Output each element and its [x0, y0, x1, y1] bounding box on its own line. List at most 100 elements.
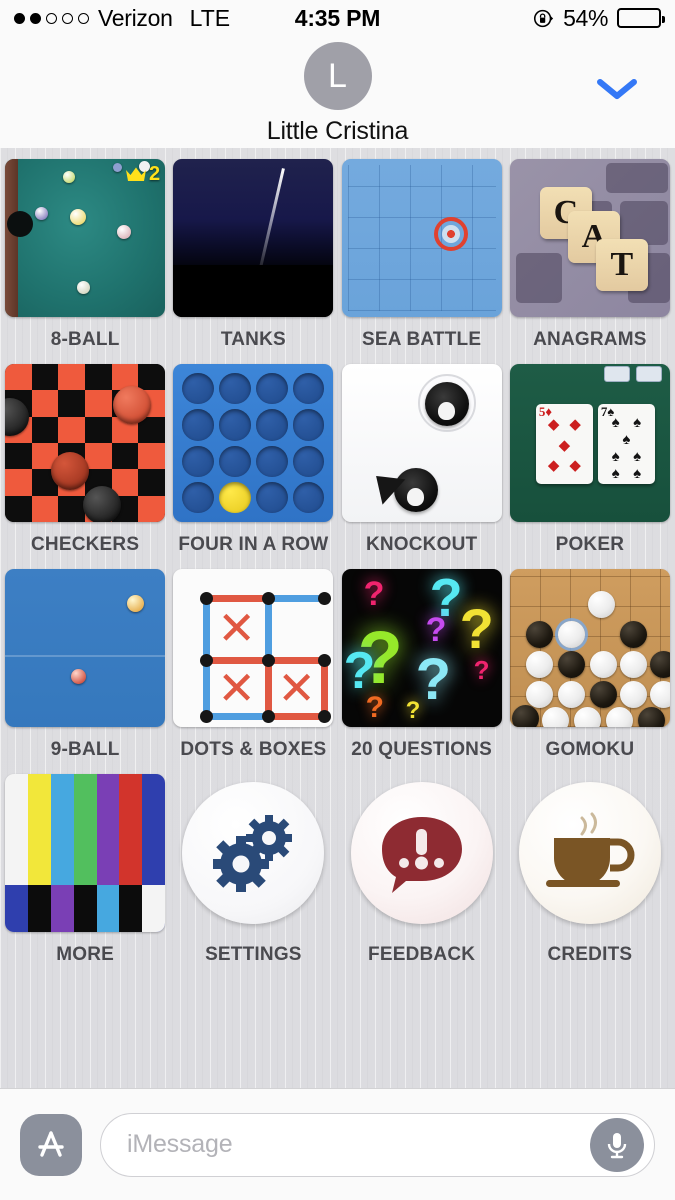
game-tile-checkers[interactable]: CHECKERS	[4, 364, 166, 569]
checker-piece	[113, 386, 152, 424]
connect-four-hole	[182, 373, 215, 405]
connect-four-hole	[255, 481, 288, 513]
chevron-down-icon[interactable]	[595, 76, 639, 102]
question-mark: ?	[363, 575, 385, 613]
checker-piece	[83, 486, 122, 522]
microphone-icon[interactable]	[590, 1117, 644, 1172]
game-tile-dots-and-boxes[interactable]: ✕ ✕ ✕ DOTS & BOXES	[172, 569, 334, 774]
table-seam	[5, 655, 166, 657]
grid-dot	[262, 654, 276, 667]
table-rail	[5, 159, 19, 317]
checkerboard-art	[5, 364, 166, 522]
checker-square	[138, 364, 166, 391]
checker-square	[85, 443, 112, 470]
contact-name-label: Little Cristina	[266, 117, 409, 145]
game-tile-gomoku[interactable]: GOMOKU	[509, 569, 671, 774]
game-tile-four-in-a-row[interactable]: FOUR IN A ROW	[172, 364, 334, 569]
battery-percent-label: 54%	[563, 4, 608, 31]
checker-square	[58, 390, 86, 417]
checker-square	[111, 443, 139, 470]
question-mark: ?	[415, 647, 452, 712]
game-label: 8-BALL	[50, 329, 120, 350]
game-label: ANAGRAMS	[533, 329, 647, 350]
game-label: SEA BATTLE	[362, 329, 482, 350]
connect-four-art	[173, 364, 334, 522]
game-tile-sea-battle[interactable]: SEA BATTLE	[341, 159, 503, 364]
pool-ball	[71, 669, 87, 684]
playing-card: 5♦ ◆ ◆ ◆ ◆ ◆	[535, 404, 593, 484]
game-thumbnail[interactable]	[341, 159, 502, 317]
game-tile-knockout[interactable]: KNOCKOUT	[341, 364, 503, 569]
card-deck	[603, 366, 630, 382]
game-tile-tanks[interactable]: TANKS	[172, 159, 334, 364]
speech-bubble-icon	[350, 782, 493, 924]
stone-white-last	[557, 621, 585, 648]
game-thumbnail[interactable]	[5, 569, 166, 727]
checker-square	[85, 390, 112, 417]
status-bar: Verizon LTE 4:35 PM 54%	[0, 0, 675, 36]
question-mark: ?	[459, 597, 494, 660]
message-placeholder: iMessage	[127, 1130, 233, 1158]
connect-four-hole	[292, 445, 325, 477]
feedback-button[interactable]	[342, 774, 502, 932]
color-bars-icon	[5, 774, 166, 932]
checker-square	[85, 416, 112, 443]
game-label: TANKS	[220, 329, 286, 350]
gomoku-board-art	[509, 569, 670, 727]
connect-four-disc	[219, 481, 251, 513]
game-thumbnail[interactable]: C A T	[509, 159, 670, 317]
pool-ball	[35, 207, 49, 220]
game-thumbnail[interactable]	[509, 569, 670, 727]
stone-black	[637, 707, 665, 727]
battery-icon	[617, 8, 665, 28]
game-thumbnail[interactable]: ? ? ? ? ? ? ? ? ? ?	[341, 569, 502, 727]
drawer-item-credits[interactable]: CREDITS	[509, 774, 671, 979]
game-thumbnail[interactable]	[5, 364, 166, 522]
grid-dot	[318, 710, 332, 723]
avatar[interactable]: L	[303, 42, 372, 110]
game-thumbnail[interactable]: 2	[5, 159, 166, 317]
message-input-field[interactable]: iMessage	[100, 1112, 655, 1177]
game-thumbnail[interactable]	[341, 364, 502, 522]
question-mark: ?	[365, 691, 384, 724]
grid-dot	[200, 710, 214, 723]
drawer-item-settings[interactable]: SETTINGS	[172, 774, 334, 979]
checker-square	[138, 469, 166, 496]
game-label: 20 QUESTIONS	[351, 739, 492, 760]
pool-ball	[127, 595, 145, 612]
drawer-item-feedback[interactable]: FEEDBACK	[341, 774, 503, 979]
checker-square	[58, 495, 86, 522]
stone-black	[557, 651, 585, 678]
crown-icon	[126, 167, 146, 181]
stone-white	[587, 591, 615, 618]
game-label: GOMOKU	[545, 739, 635, 760]
connect-four-hole	[182, 409, 215, 441]
game-thumbnail[interactable]	[173, 159, 334, 317]
game-tile-poker[interactable]: 5♦ ◆ ◆ ◆ ◆ ◆ 7♠ ♠ ♠ ♠ ♠ ♠ ♠ ♠ POKER	[509, 364, 671, 569]
game-thumbnail[interactable]: 5♦ ◆ ◆ ◆ ◆ ◆ 7♠ ♠ ♠ ♠ ♠ ♠ ♠ ♠	[509, 364, 670, 522]
settings-button[interactable]	[173, 774, 333, 932]
phone-screen: Verizon LTE 4:35 PM 54% L Little Cristin	[0, 0, 675, 1200]
game-tile-9-ball[interactable]: 9-BALL	[4, 569, 166, 774]
box-mark: ✕	[217, 662, 256, 714]
question-mark: ?	[425, 611, 447, 649]
box-mark: ✕	[277, 662, 316, 714]
credits-button[interactable]	[510, 774, 670, 932]
game-tile-20-questions[interactable]: ? ? ? ? ? ? ? ? ? ? 20 QUESTIONS	[341, 569, 503, 774]
box-mark: ✕	[217, 602, 256, 654]
game-tile-anagrams[interactable]: C A T ANAGRAMS	[509, 159, 671, 364]
app-store-icon[interactable]	[20, 1113, 82, 1176]
smpte-bars-bottom	[5, 884, 166, 932]
checker-square	[58, 416, 86, 443]
game-thumbnail[interactable]	[5, 774, 166, 932]
card-pips: ◆ ◆ ◆ ◆ ◆	[547, 417, 581, 475]
imessage-app-drawer[interactable]: 2 8-BALL TANKS SEA BATTLE C A T ANAGRAMS…	[0, 148, 675, 1088]
board-slot	[515, 253, 562, 303]
game-label: FOUR IN A ROW	[178, 534, 329, 555]
game-tile-more[interactable]: MORE	[4, 774, 166, 979]
game-thumbnail[interactable]	[173, 364, 334, 522]
connect-four-hole	[182, 445, 215, 477]
game-label: KNOCKOUT	[365, 534, 478, 555]
game-tile-8-ball[interactable]: 2 8-BALL	[4, 159, 166, 364]
game-thumbnail[interactable]: ✕ ✕ ✕	[173, 569, 334, 727]
